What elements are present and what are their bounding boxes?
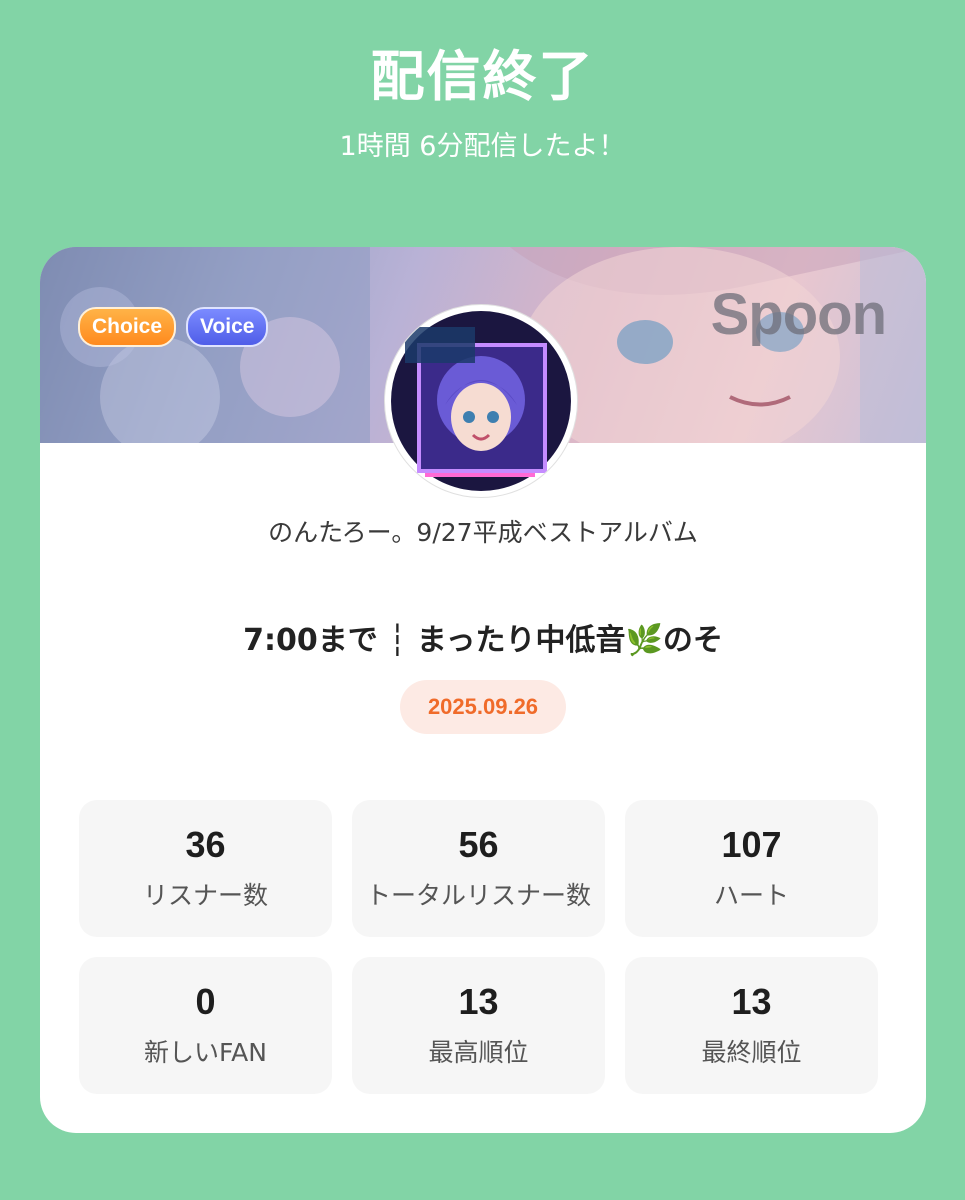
stat-best-rank: 13 最高順位: [352, 957, 605, 1094]
stat-label: 新しいFAN: [144, 1038, 267, 1067]
avatar[interactable]: [384, 304, 578, 498]
stat-total-listeners: 56 トータルリスナー数: [352, 800, 605, 937]
live-title: 7:00まで ┆ まったり中低音🌿のそ: [243, 623, 723, 658]
stat-label: リスナー数: [142, 881, 268, 910]
stat-value: 36: [185, 824, 226, 865]
stat-new-fans: 0 新しいFAN: [79, 957, 332, 1094]
spoon-watermark: Spoon: [710, 282, 887, 347]
stat-label: トータルリスナー数: [365, 881, 591, 910]
stat-value: 0: [195, 981, 216, 1022]
voice-badge: Voice: [186, 307, 269, 347]
result-card: Spoon Choice Voice のんたろー。9/27平成ベストアルバム 7…: [40, 247, 926, 1133]
choice-badge: Choice: [78, 307, 177, 347]
date-badge: 2025.09.26: [400, 680, 566, 734]
stat-final-rank: 13 最終順位: [625, 957, 878, 1094]
stat-label: 最終順位: [701, 1038, 802, 1067]
stat-label: 最高順位: [428, 1038, 529, 1067]
stat-label: ハート: [713, 881, 789, 910]
stats-grid: 36 リスナー数 56 トータルリスナー数 107 ハート 0 新しいFAN 1…: [79, 800, 879, 1094]
duration-subtitle: 1時間 6分配信したよ！: [339, 131, 626, 162]
stat-hearts: 107 ハート: [625, 800, 878, 937]
streamer-name: のんたろー。9/27平成ベストアルバム: [268, 518, 698, 547]
stat-value: 107: [721, 824, 782, 865]
stat-value: 13: [458, 981, 499, 1022]
stat-value: 56: [458, 824, 499, 865]
page-title: 配信終了: [370, 45, 595, 108]
stat-listeners: 36 リスナー数: [79, 800, 332, 937]
avatar-image: [391, 311, 571, 491]
stat-value: 13: [731, 981, 772, 1022]
